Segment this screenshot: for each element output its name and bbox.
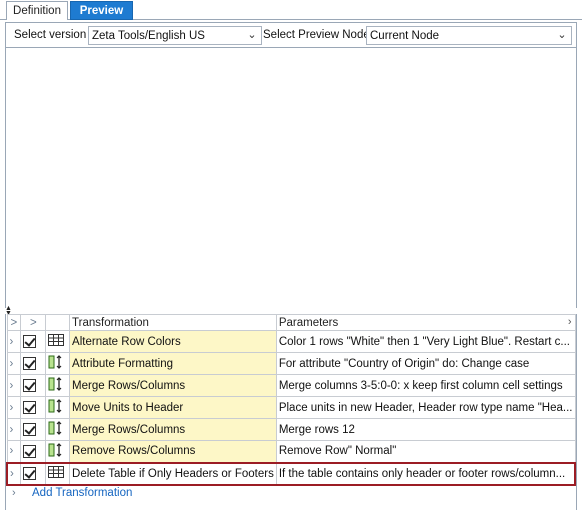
table-row[interactable]: › Merge Rows/Columns Merge rows 12 (6, 418, 576, 441)
transformation-name: Delete Table if Only Headers or Footers (69, 461, 277, 486)
transformation-parameters: Color 1 rows "White" then 1 "Very Light … (275, 330, 576, 353)
row-expand-icon[interactable]: › (6, 352, 22, 375)
row-expand-icon[interactable]: › (6, 396, 22, 419)
column-resize-icon (45, 418, 71, 441)
parameters-column-header[interactable]: Parameters › (275, 314, 576, 331)
check-column-header[interactable]: > (20, 314, 47, 331)
table-header-row: > > Transformation Parameters › (6, 314, 576, 331)
row-enabled-checkbox[interactable] (20, 418, 47, 441)
version-label: Select version (14, 29, 87, 41)
row-expand-icon[interactable]: › (6, 440, 22, 463)
column-resize-icon (45, 352, 71, 375)
table-grid-icon (45, 330, 71, 353)
icon-column-header (45, 314, 71, 331)
transformation-name: Alternate Row Colors (69, 330, 277, 353)
transformation-parameters: Remove Row" Normal" (275, 440, 576, 463)
transformation-name: Remove Rows/Columns (69, 440, 277, 463)
chevron-down-icon[interactable]: ⌄ (246, 29, 258, 41)
transformation-parameters: Merge rows 12 (275, 418, 576, 441)
transformation-header-label: Transformation (72, 316, 149, 329)
transformation-parameters: Merge columns 3-5:0-0: x keep first colu… (275, 374, 576, 397)
row-expand-icon[interactable]: › (6, 461, 22, 486)
row-enabled-checkbox[interactable] (20, 440, 47, 463)
row-expand-icon[interactable]: › (6, 374, 22, 397)
parameters-header-label: Parameters (278, 316, 339, 329)
table-row[interactable]: › Attribute Formatting For attribute "Coun… (6, 352, 576, 375)
preview-node-select[interactable]: Current Node ⌄ (366, 26, 572, 45)
transformation-name: Merge Rows/Columns (69, 374, 277, 397)
transformation-parameters: Place units in new Header, Header row ty… (275, 396, 576, 419)
row-enabled-checkbox[interactable] (20, 461, 47, 486)
transformation-parameters: If the table contains only header or foo… (275, 461, 576, 486)
version-select-value: Zeta Tools/English US (92, 29, 205, 42)
row-expand-icon[interactable]: › (6, 418, 22, 441)
preview-pane (5, 48, 577, 308)
table-grid-icon (45, 461, 71, 486)
transformation-parameters: For attribute "Country of Origin" do: Ch… (275, 352, 576, 375)
preview-node-select-value: Current Node (370, 29, 440, 42)
table-row[interactable]: › Move Units to Header Place units in new … (6, 396, 576, 419)
chevron-down-icon[interactable]: ⌄ (556, 29, 568, 41)
tab-preview[interactable]: Preview (70, 1, 133, 20)
transformation-name: Attribute Formatting (69, 352, 277, 375)
row-enabled-checkbox[interactable] (20, 374, 47, 397)
row-enabled-checkbox[interactable] (20, 330, 47, 353)
tab-bar: Definition Preview (0, 0, 582, 20)
preview-toolbar: Select version Zeta Tools/English US ⌄ S… (5, 22, 577, 48)
table-row[interactable]: › Alternate Row Colors Color 1 rows "White… (6, 330, 576, 353)
column-resize-icon (45, 374, 71, 397)
transformations-table: > > Transformation Parameters › › Alterna… (6, 314, 576, 486)
transformation-name: Merge Rows/Columns (69, 418, 277, 441)
add-transformation-row: › Add Transformation (12, 486, 132, 500)
table-row[interactable]: › Remove Rows/Columns Remove Row" Normal" (6, 440, 576, 463)
version-select[interactable]: Zeta Tools/English US ⌄ (88, 26, 262, 45)
column-resize-icon (45, 396, 71, 419)
expand-column-header[interactable]: > (6, 314, 22, 331)
column-resize-icon (45, 440, 71, 463)
tab-definition[interactable]: Definition (6, 1, 68, 20)
row-expand-icon[interactable]: › (6, 330, 22, 353)
table-row[interactable]: › Delete Table if Only Headers or Footers… (6, 461, 576, 486)
transformations-grid: > > Transformation Parameters › › Alterna… (5, 314, 577, 510)
row-enabled-checkbox[interactable] (20, 352, 47, 375)
transformation-column-header[interactable]: Transformation (69, 314, 277, 331)
add-transformation-link[interactable]: Add Transformation (32, 487, 132, 499)
expand-icon: › (12, 487, 16, 499)
transformation-name: Move Units to Header (69, 396, 277, 419)
row-enabled-checkbox[interactable] (20, 396, 47, 419)
table-row[interactable]: › Merge Rows/Columns Merge columns 3-5:0-0… (6, 374, 576, 397)
preview-node-label: Select Preview Node (263, 29, 370, 41)
chevron-right-icon[interactable]: › (568, 316, 572, 328)
